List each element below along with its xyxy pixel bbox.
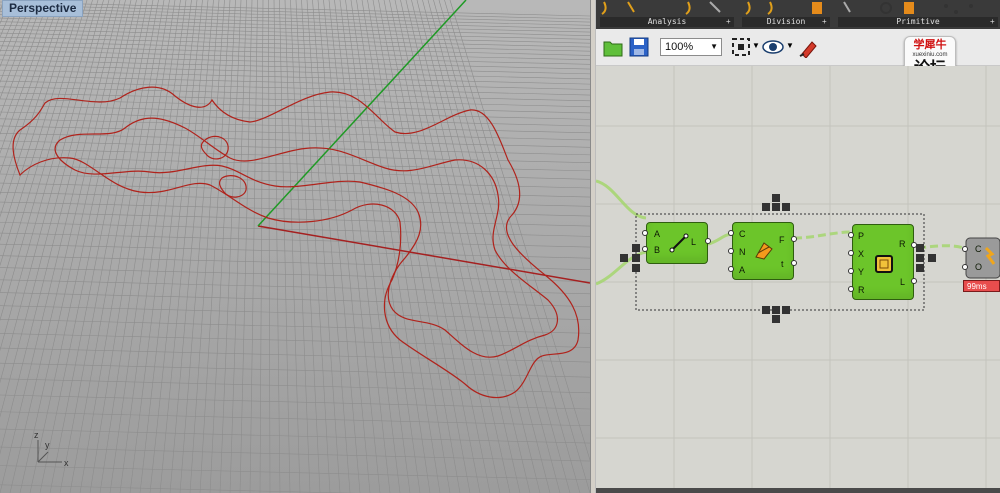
input-pin[interactable]: B	[654, 245, 660, 255]
expand-icon[interactable]: +	[990, 17, 998, 27]
input-grip[interactable]	[848, 232, 854, 238]
chevron-down-icon[interactable]: ▼	[786, 41, 794, 50]
input-grip[interactable]	[728, 266, 734, 272]
input-pin[interactable]: R	[858, 285, 865, 295]
input-pin[interactable]: P	[858, 231, 864, 241]
line-icon	[669, 233, 689, 253]
output-grip[interactable]	[705, 238, 711, 244]
output-pin[interactable]: L	[691, 237, 696, 247]
axis-y-label: y	[45, 440, 50, 450]
canvas-grid	[596, 66, 1000, 493]
logo-url: xuexiniu.com	[912, 52, 948, 58]
explode-icon	[984, 246, 996, 265]
input-grip[interactable]	[962, 264, 968, 270]
input-pin[interactable]: Y	[858, 267, 864, 277]
input-pin[interactable]: C	[739, 229, 746, 239]
output-grip[interactable]	[911, 278, 917, 284]
division-icons[interactable]	[740, 0, 832, 16]
output-pin[interactable]: R	[899, 239, 906, 249]
ribbon-group-title: Primitive	[838, 17, 998, 27]
group-controls-bottom[interactable]	[762, 306, 798, 328]
ribbon-group-division[interactable]: Division +	[740, 0, 832, 29]
input-pin[interactable]: N	[739, 247, 746, 257]
perspective-viewport[interactable]: z y x Perspective	[0, 0, 590, 493]
output-grip[interactable]	[791, 236, 797, 242]
input-grip[interactable]	[848, 268, 854, 274]
input-grip[interactable]	[848, 250, 854, 256]
primitive-icons[interactable]	[836, 0, 1000, 16]
open-file-icon[interactable]	[602, 36, 624, 58]
input-grip[interactable]	[848, 286, 854, 292]
preview-eye-icon[interactable]	[762, 36, 784, 58]
component-ribbon: Analysis + Division + Primitive +	[596, 0, 1000, 29]
output-pin[interactable]: t	[781, 259, 784, 269]
divide-icon	[755, 242, 773, 260]
input-pin[interactable]: A	[654, 229, 660, 239]
ribbon-group-title: Analysis	[600, 17, 734, 27]
input-pin[interactable]: C	[975, 244, 982, 254]
logo-title: 学犀牛	[913, 39, 947, 51]
sketch-pen-icon[interactable]	[798, 36, 820, 58]
input-grip[interactable]	[962, 246, 968, 252]
input-grip[interactable]	[728, 230, 734, 236]
viewport-title-tab[interactable]: Perspective	[2, 0, 84, 17]
line-component[interactable]: A B L	[646, 222, 708, 264]
ribbon-group-title: Division	[742, 17, 830, 27]
chevron-down-icon[interactable]: ▼	[710, 39, 718, 55]
output-pin[interactable]: L	[900, 277, 905, 287]
expand-icon[interactable]: +	[822, 17, 830, 27]
output-grip[interactable]	[791, 260, 797, 266]
axis-z-label: z	[34, 430, 39, 440]
rectangle-icon	[875, 255, 893, 273]
status-strip	[596, 488, 1000, 493]
group-controls-right[interactable]	[916, 244, 942, 276]
chevron-down-icon[interactable]: ▼	[752, 41, 760, 50]
input-pin[interactable]: A	[739, 265, 745, 275]
input-grip[interactable]	[728, 248, 734, 254]
grasshopper-editor: Analysis + Division + Primitive + 100% ▼…	[596, 0, 1000, 493]
zoom-select[interactable]: 100% ▼	[660, 38, 722, 56]
zoom-extents-icon[interactable]	[730, 36, 752, 58]
rectangle-component[interactable]: P X Y R R L	[852, 224, 914, 300]
definition-canvas[interactable]: A B L C N A F t P X Y R R L C O 99ms	[596, 66, 1000, 493]
expand-icon[interactable]: +	[726, 17, 734, 27]
input-pin[interactable]: X	[858, 249, 864, 259]
group-controls-top[interactable]	[762, 194, 798, 216]
zoom-value: 100%	[665, 41, 694, 53]
ribbon-group-analysis[interactable]: Analysis +	[598, 0, 736, 29]
output-pin[interactable]: F	[779, 235, 785, 245]
input-pin[interactable]: O	[975, 262, 982, 272]
group-controls-left[interactable]	[620, 244, 644, 276]
save-icon[interactable]	[628, 36, 650, 58]
axis-x-label: x	[64, 458, 69, 468]
viewport-canvas[interactable]: z y x	[0, 0, 590, 493]
ribbon-group-primitive[interactable]: Primitive +	[836, 0, 1000, 29]
profiler-badge: 99ms	[963, 280, 1000, 292]
input-grip[interactable]	[642, 230, 648, 236]
analysis-icons[interactable]	[598, 0, 736, 16]
divide-curve-component[interactable]: C N A F t	[732, 222, 794, 280]
